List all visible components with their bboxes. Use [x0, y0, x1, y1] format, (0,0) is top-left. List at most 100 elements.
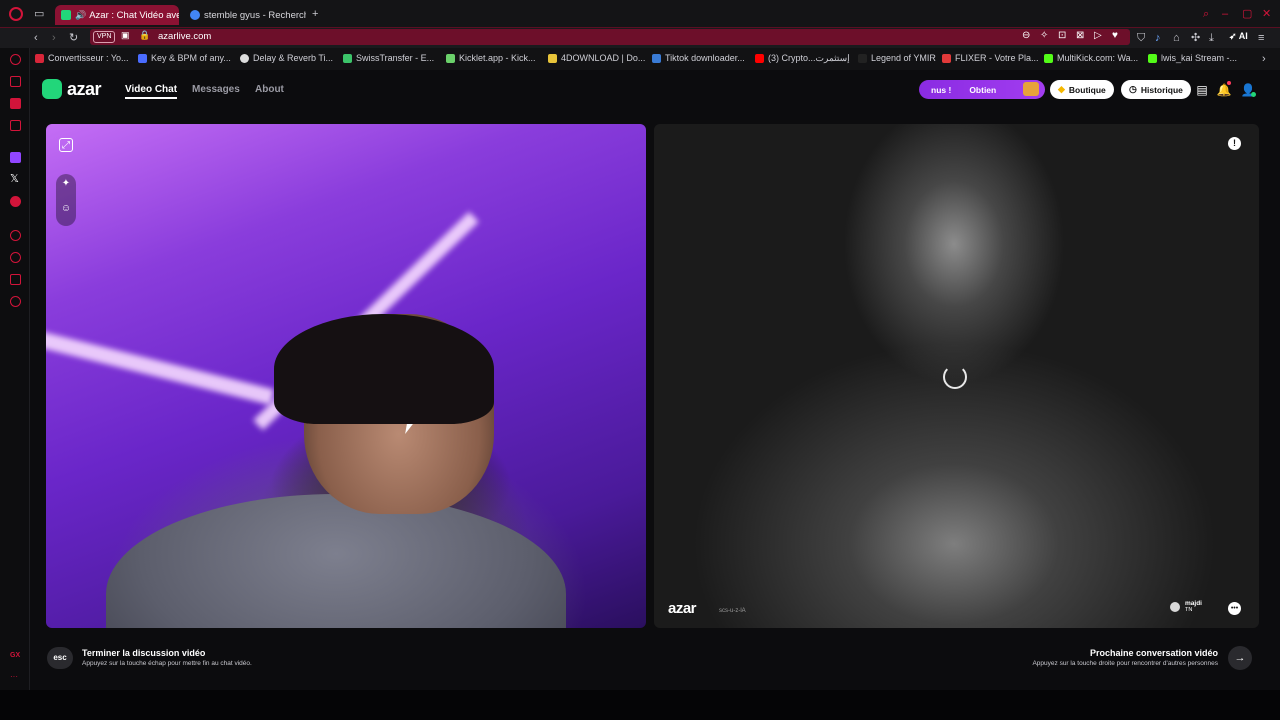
twitch-icon[interactable]: [10, 152, 21, 163]
screenshot-icon[interactable]: ⊡: [1058, 30, 1066, 41]
url-field[interactable]: VPN ▣ 🔒 azarlive.com ⊖ ✧ ⊡ ⊠ ▷ ♥: [90, 29, 1130, 45]
vk-icon[interactable]: [10, 196, 21, 207]
vpn-icon[interactable]: ⌂: [1173, 31, 1180, 45]
forward-icon[interactable]: ›: [52, 31, 56, 45]
shop-label: Boutique: [1068, 84, 1106, 95]
tab-azar[interactable]: 🔊 Azar : Chat Vidéo avec: [55, 5, 179, 25]
browser-sidebar: 𝕏 GX ···: [0, 48, 30, 690]
bookmark-favicon-icon: [1148, 53, 1157, 63]
home-icon[interactable]: [10, 54, 21, 65]
history-icon[interactable]: [10, 252, 21, 263]
person-body: [106, 494, 566, 628]
bookmarks-overflow-icon[interactable]: ›: [1262, 52, 1266, 66]
bookmark-label: (3) Crypto...إستثمرت: [768, 53, 850, 63]
mute-icon[interactable]: 🔊: [75, 10, 86, 21]
remote-video: ! azar scs-u-z-lA majdi TN •••: [654, 124, 1259, 628]
notification-dot: [1227, 81, 1231, 85]
history-button[interactable]: ◷ Historique: [1121, 80, 1191, 99]
nav-about[interactable]: About: [255, 84, 284, 95]
new-tab-button[interactable]: +: [312, 7, 318, 21]
menu-icon[interactable]: ≡: [1258, 31, 1264, 45]
heart-icon[interactable]: ♥: [1112, 30, 1118, 41]
bookmark-item[interactable]: MultiKick.com: Wa...: [1044, 53, 1138, 63]
close-icon[interactable]: ✕: [1262, 7, 1271, 21]
bookmark-favicon-icon: [858, 53, 867, 63]
azar-logo-icon[interactable]: [42, 79, 62, 99]
ai-label: AI: [1238, 31, 1248, 41]
search-icon[interactable]: ⌕: [1203, 7, 1209, 21]
azar-logo[interactable]: azar: [67, 79, 102, 100]
nav-messages[interactable]: Messages: [192, 84, 240, 95]
bookmark-favicon-icon: [1044, 53, 1053, 63]
bookmark-item[interactable]: Tiktok downloader...: [652, 53, 745, 63]
bookmark-label: Key & BPM of any...: [151, 53, 231, 63]
bookmark-favicon-icon: [240, 53, 249, 63]
esc-button[interactable]: esc: [47, 647, 73, 669]
bag-icon[interactable]: [10, 76, 21, 87]
history-label: Historique: [1140, 84, 1183, 95]
light-strip: [46, 328, 275, 406]
bookmark-item[interactable]: lwis_kai Stream -...: [1148, 53, 1237, 63]
url-text[interactable]: azarlive.com: [158, 31, 211, 42]
block-icon[interactable]: ⊠: [1076, 30, 1084, 41]
maximize-icon[interactable]: ▢: [1242, 7, 1252, 21]
end-chat-hint: Appuyez sur la touche échap pour mettre …: [82, 660, 252, 667]
bookmark-item[interactable]: Legend of YMIR: [858, 53, 936, 63]
person-hair: [274, 314, 494, 424]
remote-user-country: TN: [1185, 607, 1193, 613]
shield-icon[interactable]: ⛉: [1137, 31, 1145, 45]
settings-icon[interactable]: [10, 296, 21, 307]
online-dot: [1251, 92, 1256, 97]
user-avatar-icon: [1170, 602, 1180, 612]
magic-wand-icon[interactable]: ✦: [59, 177, 73, 191]
promo-right-text: Obtien: [969, 84, 997, 95]
browser-tab-bar: ▭ 🔊 Azar : Chat Vidéo avec stemble gyus …: [0, 0, 1280, 28]
bookmark-item[interactable]: 4DOWNLOAD | Do...: [548, 53, 645, 63]
reload-icon[interactable]: ↻: [69, 31, 78, 45]
zoom-icon[interactable]: ⊖: [1022, 30, 1030, 41]
arrow-right-icon[interactable]: →: [1228, 646, 1252, 670]
bookmark-favicon-icon: [35, 53, 44, 63]
gx-label[interactable]: GX: [10, 652, 20, 659]
player-icon[interactable]: [10, 120, 21, 131]
bookmark-item[interactable]: (3) Crypto...إستثمرت: [755, 53, 850, 64]
vpn-badge[interactable]: VPN: [93, 31, 116, 43]
sticker-icon[interactable]: ☺: [59, 202, 73, 216]
messenger-icon[interactable]: [10, 98, 21, 109]
back-icon[interactable]: ‹: [34, 31, 38, 45]
ai-button[interactable]: ➶ AI: [1229, 31, 1248, 42]
more-icon[interactable]: ···: [10, 672, 18, 681]
player-icon[interactable]: ▷: [1094, 30, 1102, 41]
extensions-icon[interactable]: ✣: [1191, 31, 1200, 45]
tab-manager-icon[interactable]: ▭: [34, 7, 44, 21]
bookmark-item[interactable]: Delay & Reverb Ti...: [240, 53, 333, 63]
promo-banner[interactable]: nus ! Obtien: [919, 80, 1045, 99]
bookmark-item[interactable]: Convertisseur : Yo...: [35, 53, 129, 63]
pin-icon[interactable]: ✧: [1040, 30, 1048, 41]
download-icon[interactable]: ⤓: [1209, 31, 1214, 45]
bookmark-label: Tiktok downloader...: [665, 53, 745, 63]
remote-user-chip[interactable]: majdi TN: [1170, 600, 1202, 614]
store-icon[interactable]: ▤: [1194, 82, 1210, 98]
promo-left-text: nus !: [931, 84, 952, 95]
bookmark-item[interactable]: SwissTransfer - E...: [343, 53, 434, 63]
bookmark-label: 4DOWNLOAD | Do...: [561, 53, 646, 63]
tab-search[interactable]: stemble gyus - Recherche: [184, 5, 306, 25]
chat-icon[interactable]: •••: [1228, 602, 1241, 615]
opera-icon[interactable]: [9, 7, 23, 21]
bookmark-item[interactable]: Key & BPM of any...: [138, 53, 231, 63]
camera-icon[interactable]: ▣: [121, 30, 130, 41]
bookmark-label: Delay & Reverb Ti...: [253, 53, 334, 63]
report-icon[interactable]: !: [1228, 137, 1241, 150]
bookmark-favicon-icon: [548, 53, 557, 63]
shop-button[interactable]: ◆ Boutique: [1050, 80, 1114, 99]
nav-video-chat[interactable]: Video Chat: [125, 84, 178, 99]
bookmark-item[interactable]: Kicklet.app - Kick...: [446, 53, 536, 63]
x-icon[interactable]: 𝕏: [10, 172, 19, 185]
filter-icon[interactable]: ⤢: [59, 138, 73, 152]
bookmark-item[interactable]: FLIXER - Votre Pla...: [942, 53, 1039, 63]
minimize-icon[interactable]: –: [1222, 7, 1228, 21]
player2-icon[interactable]: [10, 230, 21, 241]
extensions-side-icon[interactable]: [10, 274, 21, 285]
audio-icon[interactable]: ♪: [1155, 31, 1161, 45]
